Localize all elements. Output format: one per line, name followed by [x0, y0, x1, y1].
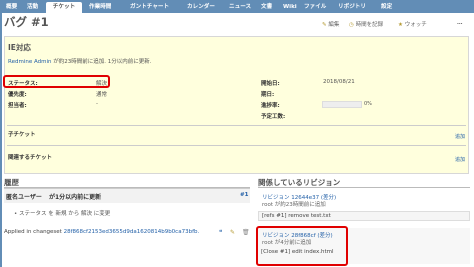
assignee-label: 担当者: [8, 103, 27, 109]
journal-header: 匿名ユーザー が1分以内前に更新 #1 [4, 188, 250, 203]
tab-wiki[interactable]: Wiki [279, 2, 301, 13]
revision-message: [refs #1] remove test.txt [262, 213, 331, 219]
trash-icon[interactable]: 🗑 [242, 229, 250, 236]
changeset-note: Applied in changeset 28f868cf2153ed3655d… [4, 229, 200, 235]
estimated-time-label: 予定工数: [261, 114, 286, 120]
done-ratio-bar [322, 101, 362, 108]
add-relation-link[interactable]: 追加 [455, 156, 465, 163]
log-time-link[interactable]: ◷ 時間を記録 [349, 20, 383, 28]
subtasks-label: 子チケット [8, 132, 36, 138]
watch-link[interactable]: ★ ウォッチ [398, 20, 427, 28]
journal-detail: • ステータス を 新規 から 解決 に変更 [14, 211, 111, 217]
tab-overview[interactable]: 概要 [2, 2, 21, 13]
tab-issues[interactable]: チケット [46, 2, 82, 13]
clock-icon: ◷ [349, 22, 354, 28]
done-ratio-label: 進捗率: [261, 103, 280, 109]
related-issues-label: 関連するチケット [8, 155, 53, 161]
priority-label: 優先度: [8, 92, 27, 98]
tab-repository[interactable]: リポジトリ [334, 2, 370, 13]
edit-link[interactable]: ✎ 編集 [322, 20, 339, 28]
divider [7, 125, 466, 126]
revision-highlight [256, 226, 348, 266]
divider [7, 145, 466, 146]
tab-activity[interactable]: 活動 [23, 2, 42, 13]
page-title: バグ #1 [4, 15, 49, 29]
tab-settings[interactable]: 設定 [377, 2, 396, 13]
pencil-icon: ✎ [322, 22, 327, 28]
add-subtask-link[interactable]: 追加 [455, 133, 465, 140]
revision-meta: root が約23時間前に追加 [262, 202, 326, 208]
pencil-icon[interactable]: ✎ [230, 229, 235, 236]
due-date-label: 期日: [261, 92, 275, 98]
divider [258, 187, 470, 188]
tab-gantt[interactable]: ガントチャート [126, 2, 173, 13]
author-link[interactable]: Redmine Admin [8, 59, 51, 65]
issue-author-line: Redmine Admin が約23時間前に追加. 1分以内前に更新. [8, 59, 152, 65]
sidebar-edge [0, 13, 2, 267]
done-ratio-value: 0% [364, 101, 372, 107]
issue-subject: IE対応 [8, 43, 31, 52]
project-menu-bar: 概要 活動 チケット 作業時間 ガントチャート カレンダー ニュース 文書 Wi… [0, 0, 474, 13]
tab-news[interactable]: ニュース [225, 2, 255, 13]
assignee-value: - [96, 101, 98, 107]
journal-time[interactable]: が1分以内前に更新 [49, 192, 101, 201]
tab-files[interactable]: ファイル [300, 2, 330, 13]
status-highlight [3, 75, 110, 88]
tab-calendar[interactable]: カレンダー [183, 2, 219, 13]
more-menu-button[interactable]: … [457, 20, 463, 26]
tab-time-entries[interactable]: 作業時間 [85, 2, 115, 13]
star-icon: ★ [398, 22, 403, 28]
tab-documents[interactable]: 文書 [257, 2, 276, 13]
journal-author[interactable]: 匿名ユーザー [6, 192, 42, 201]
journal-number[interactable]: #1 [240, 192, 248, 198]
revision-message-box: [refs #1] remove test.txt [258, 211, 470, 221]
revision-item: リビジョン 12644e37 (差分) root が約23時間前に追加 [ref… [258, 191, 470, 229]
issue-details: IE対応 Redmine Admin が約23時間前に追加. 1分以内前に更新.… [4, 36, 469, 174]
quote-icon[interactable]: ❝ [219, 229, 222, 236]
start-date-value: 2018/08/21 [323, 79, 355, 85]
priority-value: 通常 [96, 92, 108, 98]
start-date-label: 開始日: [261, 81, 280, 87]
changeset-link[interactable]: 28f868cf2153ed3655d9da1620814b9b0ca73bfb… [64, 229, 200, 235]
